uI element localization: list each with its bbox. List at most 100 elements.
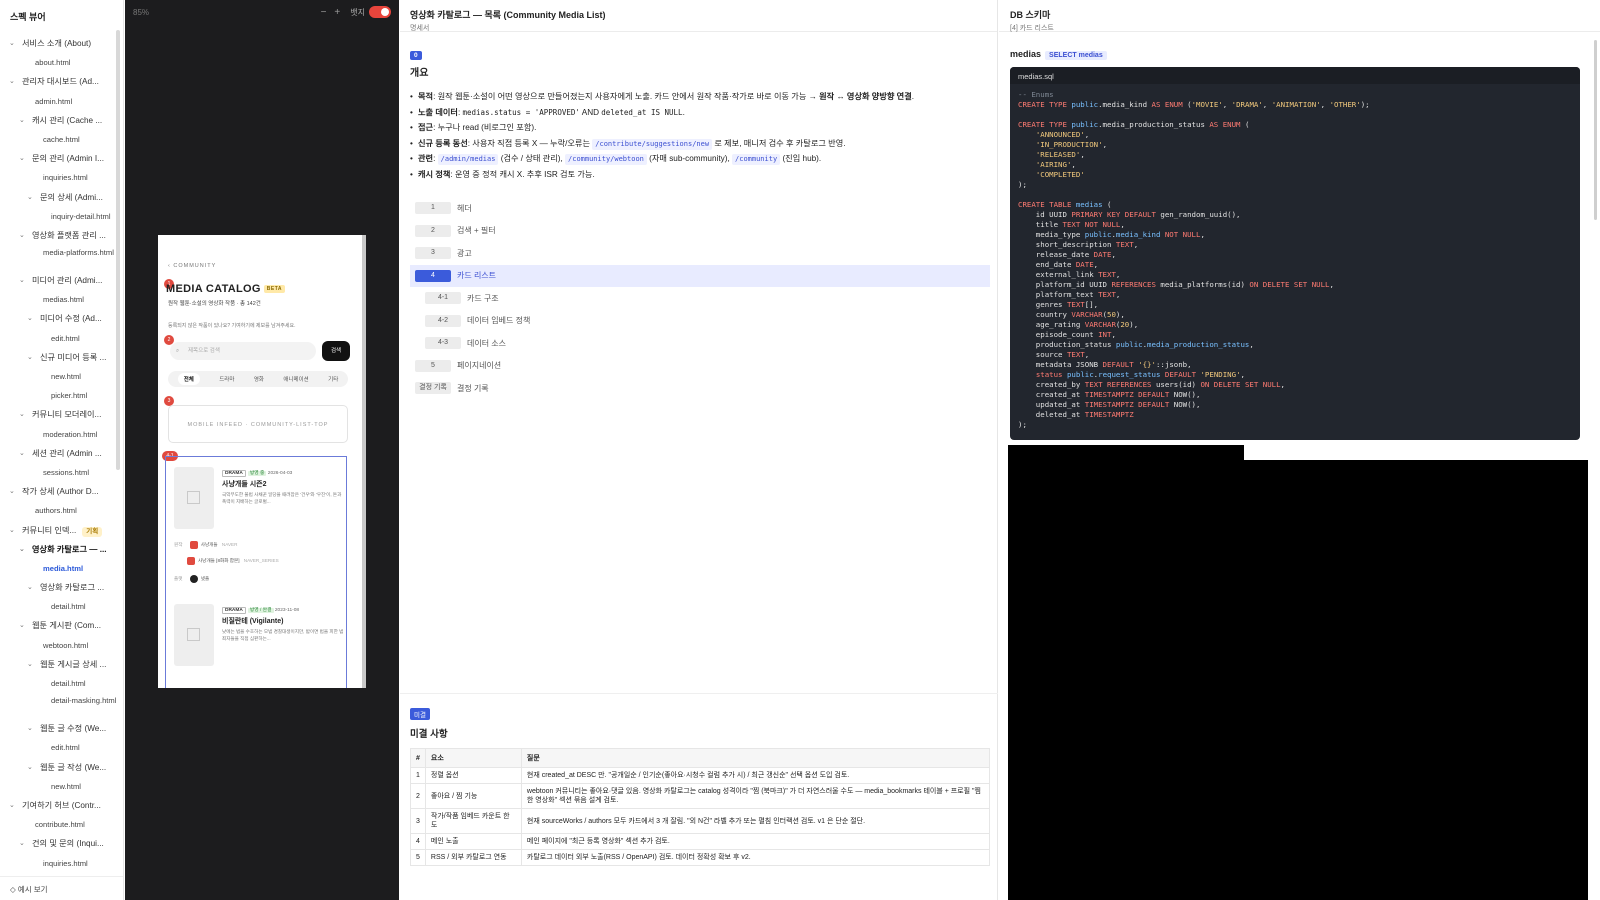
table-cell: 현재 sourceWorks / authors 모두 카드에서 3 개 잘림.… xyxy=(520,808,991,834)
toc-item[interactable]: 2 검색 + 필터 xyxy=(410,220,990,243)
sidebar-file-item[interactable]: detail-masking.html xyxy=(0,693,123,719)
sidebar-file-item[interactable]: inquiries.html xyxy=(0,168,123,187)
sidebar-file-item[interactable]: picker.html xyxy=(0,386,123,405)
sidebar-folder-item[interactable]: ⌄ 기여하기 허브 (Contr... xyxy=(0,796,123,815)
tab-other[interactable]: 기타 xyxy=(328,375,338,383)
media-thumbnail xyxy=(174,604,214,666)
route-link[interactable]: /admin/medias xyxy=(437,154,499,165)
sidebar-file-item[interactable]: authors.html xyxy=(0,501,123,520)
sidebar-folder-item[interactable]: ⌄ 영상화 플랫폼 관리 ... xyxy=(0,226,123,245)
platform-row[interactable]: 플랫 넷플 xyxy=(174,575,209,583)
platform-label: 플랫 xyxy=(174,576,183,582)
toc-number: 4-2 xyxy=(425,314,461,327)
sidebar-item-label: 세션 관리 (Admin ... xyxy=(32,448,102,458)
toc-item[interactable]: 4-2 데이터 임베드 정책 xyxy=(410,310,990,333)
sidebar-folder-item[interactable]: ⌄ 세션 관리 (Admin ... xyxy=(0,444,123,463)
sidebar-file-item[interactable]: edit.html xyxy=(0,738,123,757)
sidebar-file-item[interactable]: webtoon.html xyxy=(0,636,123,655)
zoom-out-button[interactable]: − xyxy=(321,7,327,18)
sidebar-folder-item[interactable]: ⌄ 미디어 수정 (Ad... xyxy=(0,309,123,328)
sidebar-scrollbar[interactable] xyxy=(116,30,120,470)
search-input[interactable]: ⌕ 제목으로 검색 xyxy=(170,342,316,360)
source-work-row[interactable]: 원작 사냥개들 NAVER xyxy=(174,541,237,549)
toc-item[interactable]: 결정 기록 결정 기록 xyxy=(410,377,990,400)
catalog-subtitle: 원작 웹툰·소설의 영상화 작품 · 총 142건 xyxy=(168,301,261,307)
media-card[interactable]: DRAMA 방영 중 2026-04-03 사냥개들 시즌2 극악무도한 불법 사… xyxy=(174,467,346,597)
sidebar-folder-item[interactable]: ⌄ 신규 미디어 등록 ... xyxy=(0,348,123,367)
toc-item[interactable]: 5 페이지네이션 xyxy=(410,355,990,378)
media-card[interactable]: DRAMA 방영 / 완결 2023-11-08 비질란테 (Vigilante)… xyxy=(174,604,346,684)
sidebar-file-item[interactable]: new.html xyxy=(0,367,123,386)
toc-item[interactable]: 4-3 데이터 소스 xyxy=(410,332,990,355)
sidebar-item-label: 영상화 카탈로그 — ... xyxy=(32,544,107,554)
table-header-row: # 요소 질문 xyxy=(410,748,991,768)
tab-drama[interactable]: 드라마 xyxy=(219,375,234,383)
chevron-down-icon: ⌄ xyxy=(27,725,33,733)
sidebar-folder-item[interactable]: ⌄ 문의 관리 (Admin I... xyxy=(0,149,123,168)
sql-code-block: medias.sql -- Enums CREATE TYPE public.m… xyxy=(1010,67,1580,440)
route-link[interactable]: /community/webtoon xyxy=(565,154,647,165)
search-button[interactable]: 검색 xyxy=(322,341,350,361)
sidebar-folder-item[interactable]: ⌄ 건의 및 문의 (Inqui... xyxy=(0,834,123,853)
route-link[interactable]: /contribute/suggestions/new xyxy=(592,138,713,150)
sidebar-folder-item[interactable]: ⌄ 캐시 관리 (Cache ... xyxy=(0,111,123,130)
item-text: : 운영 중 정적 캐시 X. 추후 ISR 검토 가능. xyxy=(450,169,595,179)
sidebar-file-item[interactable]: detail.html xyxy=(0,597,123,616)
sidebar-file-item[interactable]: inquiry-detail.html xyxy=(0,207,123,226)
sidebar-folder-item[interactable]: ⌄ 영상화 카탈로그 — ... xyxy=(0,540,123,559)
tab-animation[interactable]: 애니메이션 xyxy=(283,375,308,383)
sidebar-file-item[interactable]: about.html xyxy=(0,53,123,72)
route-link[interactable]: /community xyxy=(732,154,781,165)
sidebar-file-item[interactable]: medias.html xyxy=(0,290,123,309)
schema-scrollbar[interactable] xyxy=(1594,40,1597,220)
sidebar-file-item[interactable]: media-platforms.html xyxy=(0,245,123,271)
tab-all[interactable]: 전체 xyxy=(177,373,200,385)
item-end: 로 제보, 매니저 검수 후 카탈로그 반영. xyxy=(712,138,846,148)
sidebar-item-label: 관리자 대시보드 (Ad... xyxy=(22,77,99,87)
sidebar-folder-item[interactable]: ⌄ 서비스 소개 (About) xyxy=(0,34,123,53)
source-work-row[interactable]: 사냥개들 [8화화 합본] NAVER_SERIES xyxy=(187,557,279,565)
sidebar-folder-item[interactable]: ⌄ 작가 상세 (Author D... xyxy=(0,482,123,501)
breadcrumb-community[interactable]: ‹ COMMUNITY xyxy=(168,263,216,269)
sidebar-file-item[interactable]: moderation.html xyxy=(0,425,123,444)
sidebar-folder-item[interactable]: ⌄ 웹툰 게시판 (Com... xyxy=(0,616,123,635)
chevron-down-icon: ⌄ xyxy=(19,155,25,163)
unresolved-badge: 미결 xyxy=(410,708,430,720)
sidebar-file-item[interactable]: contribute.html xyxy=(0,815,123,834)
badge-toggle[interactable] xyxy=(369,6,391,18)
overview-item: 노출 데이터: medias.status = 'APPROVED' AND d… xyxy=(410,105,990,121)
sidebar-folder-item[interactable]: ⌄ 웹툰 글 작성 (We... xyxy=(0,758,123,777)
sidebar-file-item[interactable]: detail.html xyxy=(0,674,123,693)
sidebar-file-item[interactable]: edit.html xyxy=(0,329,123,348)
sidebar-folder-item[interactable]: ⌄ 커뮤니티 인덱... 기획 xyxy=(0,521,123,540)
sidebar-item-label: 신규 미디어 등록 ... xyxy=(40,352,107,362)
sidebar-file-item[interactable]: admin.html xyxy=(0,92,123,111)
zoom-in-button[interactable]: + xyxy=(334,7,340,18)
sidebar-folder-item[interactable]: ⌄ 커뮤니티 모더레이... xyxy=(0,405,123,424)
chevron-down-icon: ⌄ xyxy=(9,78,15,86)
sidebar-file-item[interactable]: media.html xyxy=(0,559,123,578)
sidebar-file-item[interactable]: sessions.html xyxy=(0,463,123,482)
example-view-button[interactable]: ◇ 예시 보기 xyxy=(0,876,123,900)
sidebar-folder-item[interactable]: ⌄ 웹툰 글 수정 (We... xyxy=(0,719,123,738)
sidebar-file-item[interactable]: new.html xyxy=(0,777,123,796)
toc-item[interactable]: 3 광고 xyxy=(410,242,990,265)
toc-item[interactable]: 1 헤더 xyxy=(410,197,990,220)
sidebar-folder-item[interactable]: ⌄ 웹툰 게시글 상세 ... xyxy=(0,655,123,674)
chevron-down-icon: ⌄ xyxy=(19,545,25,553)
sidebar-folder-item[interactable]: ⌄ 영상화 카탈로그 ... xyxy=(0,578,123,597)
sidebar-folder-item[interactable]: ⌄ 관리자 대시보드 (Ad... xyxy=(0,72,123,91)
sidebar-folder-item[interactable]: ⌄ 미디어 관리 (Admi... xyxy=(0,271,123,290)
overview-item: 접근: 누구나 read (비로그인 포함). xyxy=(410,120,990,136)
table-cell: 정렬 옵션 xyxy=(424,767,522,784)
sidebar-file-item[interactable]: cache.html xyxy=(0,130,123,149)
tab-movie[interactable]: 영화 xyxy=(254,375,264,383)
platform-name: 넷플 xyxy=(200,576,210,582)
table-cell: webtoon 커뮤니티는 좋아요·댓글 있음. 영상화 카탈로그는 catal… xyxy=(520,783,991,809)
sidebar-folder-item[interactable]: ⌄ 문의 상세 (Admi... xyxy=(0,188,123,207)
source-platform-tag: NAVER xyxy=(221,542,238,548)
media-description: 낮에는 법을 수호하는 모범 경찰대생이지만, 밤이면 법을 피한 범죄자들을 … xyxy=(222,629,344,641)
sidebar-file-item[interactable]: inquiries.html xyxy=(0,854,123,873)
toc-item[interactable]: 4-1 카드 구조 xyxy=(410,287,990,310)
toc-item[interactable]: 4 카드 리스트 xyxy=(410,264,990,287)
